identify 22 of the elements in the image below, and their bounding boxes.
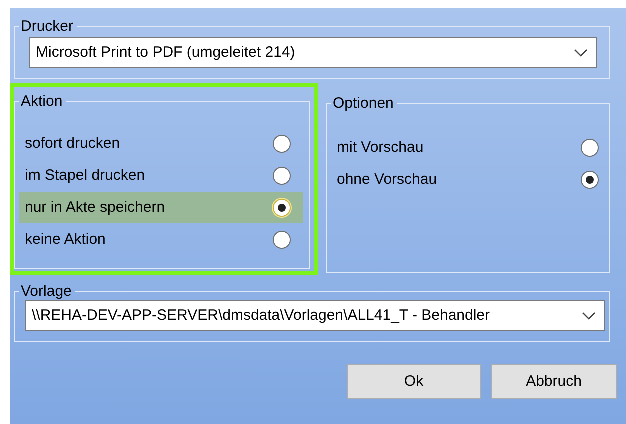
group-label: Optionen bbox=[333, 95, 394, 112]
option-label: nur in Akte speichern bbox=[25, 199, 166, 216]
ok-button[interactable]: Ok bbox=[347, 364, 481, 399]
group-label: Drucker bbox=[21, 18, 74, 35]
radio-button[interactable] bbox=[273, 230, 291, 248]
chevron-down-icon bbox=[582, 312, 596, 320]
cancel-button[interactable]: Abbruch bbox=[491, 364, 617, 399]
radio-button[interactable] bbox=[581, 170, 599, 188]
radio-button[interactable] bbox=[273, 134, 291, 152]
option-label: keine Aktion bbox=[25, 231, 106, 248]
printer-dropdown[interactable]: Microsoft Print to PDF (umgeleitet 214) bbox=[29, 37, 597, 68]
radio-button[interactable] bbox=[273, 198, 291, 216]
chevron-down-icon bbox=[574, 48, 588, 56]
radio-button[interactable] bbox=[581, 138, 599, 156]
option-label: im Stapel drucken bbox=[25, 167, 146, 184]
group-label: Aktion bbox=[21, 93, 63, 110]
option-label: mit Vorschau bbox=[337, 139, 424, 156]
option-label: sofort drucken bbox=[25, 135, 120, 152]
option-label: ohne Vorschau bbox=[337, 171, 438, 188]
template-dropdown[interactable]: \\REHA-DEV-APP-SERVER\dmsdata\Vorlagen\ALL41_T - Behandler bbox=[25, 300, 605, 331]
radio-button[interactable] bbox=[273, 166, 291, 184]
group-label: Vorlage bbox=[21, 283, 72, 300]
